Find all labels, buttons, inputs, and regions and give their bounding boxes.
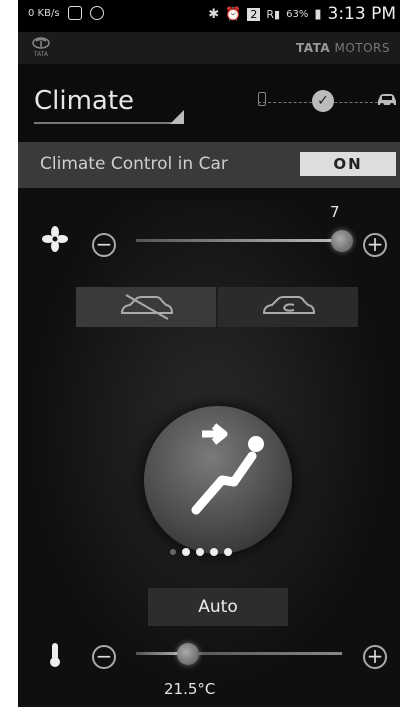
fan-decrease-button[interactable]: − xyxy=(92,233,116,257)
fan-icon xyxy=(42,226,68,258)
dropdown-corner-icon[interactable] xyxy=(170,110,184,124)
temperature-decrease-button[interactable]: − xyxy=(92,645,116,669)
notification-icon xyxy=(89,6,104,20)
check-icon[interactable]: ✓ xyxy=(312,90,334,112)
seat-airflow-icon xyxy=(191,423,264,515)
page-dot[interactable] xyxy=(182,548,190,556)
temperature-value: 21.5°C xyxy=(164,680,216,698)
status-bar: 0 KB/s ✱ ⏰ 2 R▮ 63% ▮ 3:13 PM xyxy=(18,0,400,32)
battery-icon: ▮ xyxy=(314,6,322,22)
header: Climate ✓ xyxy=(18,64,400,142)
auto-button[interactable]: Auto xyxy=(148,588,288,626)
title-underline xyxy=(34,122,184,124)
data-speed-label: 0 KB/s xyxy=(28,7,60,19)
phone-icon[interactable] xyxy=(258,92,266,106)
page-dot[interactable] xyxy=(170,549,176,555)
fan-increase-button[interactable]: + xyxy=(363,233,387,257)
page-dot[interactable] xyxy=(210,548,218,556)
temperature-slider[interactable] xyxy=(136,643,342,665)
climate-control-toggle[interactable]: ON xyxy=(300,152,396,176)
brand-bar: TATA TATA MOTORS xyxy=(18,32,400,65)
climate-control-label: Climate Control in Car xyxy=(40,154,228,174)
page-title[interactable]: Climate xyxy=(34,86,134,116)
vent-page-indicator xyxy=(170,548,232,556)
recirculation-off-icon xyxy=(120,294,174,320)
temperature-increase-button[interactable]: + xyxy=(363,645,387,669)
car-icon[interactable] xyxy=(376,92,398,111)
airflow-mode-group xyxy=(76,287,358,327)
signal-icon: R▮ xyxy=(266,7,281,21)
fan-slider[interactable] xyxy=(136,230,353,252)
fan-slider-fill xyxy=(136,239,342,242)
alarm-icon: ⏰ xyxy=(225,6,242,22)
bluetooth-icon: ✱ xyxy=(208,6,220,22)
brand-name: TATA MOTORS xyxy=(296,41,390,55)
temperature-slider-thumb[interactable] xyxy=(177,643,199,665)
climate-control-row: Climate Control in Car ON xyxy=(18,142,400,188)
gallery-icon xyxy=(67,6,82,20)
fan-slider-thumb[interactable] xyxy=(331,230,353,252)
recirculation-on-button[interactable] xyxy=(218,287,358,327)
thermometer-icon xyxy=(48,642,62,672)
clock: 3:13 PM xyxy=(327,4,397,24)
recirculation-off-button[interactable] xyxy=(76,287,216,327)
sim-label: 2 xyxy=(247,7,261,21)
battery-percent: 63% xyxy=(286,8,309,20)
page-dot[interactable] xyxy=(196,548,204,556)
vent-mode-dial[interactable] xyxy=(144,406,292,554)
recirculation-on-icon xyxy=(262,296,316,314)
app-screen: 0 KB/s ✱ ⏰ 2 R▮ 63% ▮ 3:13 PM TATA TATA … xyxy=(18,0,400,707)
fan-speed-value: 7 xyxy=(330,203,340,221)
page-dot[interactable] xyxy=(224,548,232,556)
logo-text: TATA xyxy=(33,51,49,58)
tata-logo-icon: TATA xyxy=(30,37,52,59)
